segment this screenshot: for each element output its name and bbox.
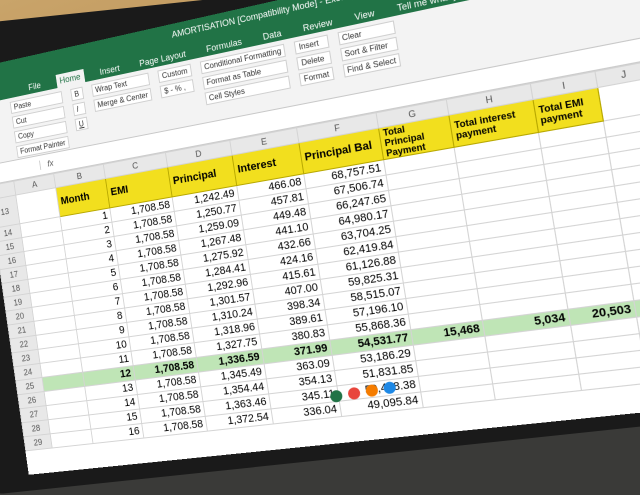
alignment-group: Wrap Text Merge & Center (91, 73, 153, 113)
bold-button[interactable]: B (70, 87, 84, 102)
excel-window: AMORTISATION [Compatibility Mode] - Exce… (0, 0, 640, 475)
format-cells-button[interactable]: Format (299, 67, 334, 87)
chrome-taskbar-icon[interactable] (347, 387, 361, 401)
cells-group: Insert Delete Format (294, 35, 334, 87)
underline-button[interactable]: U (74, 117, 88, 132)
cell[interactable] (50, 429, 93, 448)
fx-label: fx (40, 157, 61, 170)
italic-button[interactable]: I (72, 102, 86, 117)
editing-group: Clear Sort & Filter Find & Select (337, 20, 401, 77)
row-number[interactable]: 29 (24, 434, 52, 451)
app-taskbar-icon[interactable] (383, 381, 397, 395)
font-group: B I U (70, 87, 88, 132)
number-group: Custom $ - % , (157, 64, 194, 99)
clipboard-group: Paste Cut Copy Format Painter (10, 91, 70, 158)
currency-button[interactable]: $ - % , (160, 79, 195, 98)
firefox-taskbar-icon[interactable] (365, 384, 379, 398)
excel-taskbar-icon[interactable] (329, 389, 343, 403)
